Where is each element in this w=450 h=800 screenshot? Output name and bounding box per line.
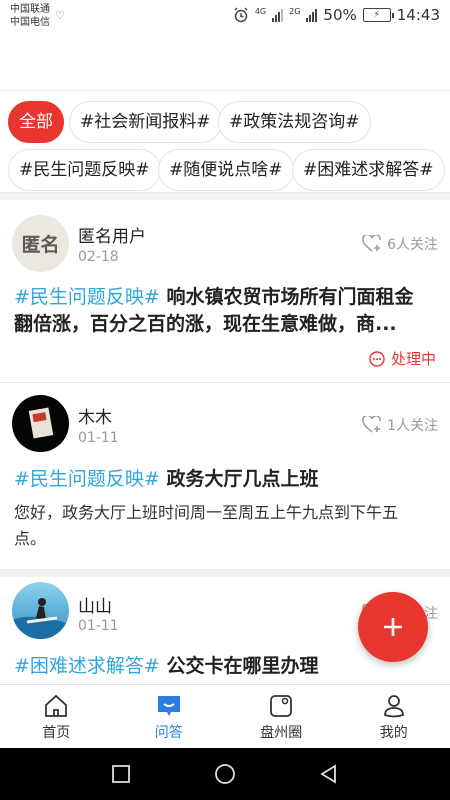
- carrier-1: 中国联通: [10, 4, 50, 15]
- home-nav-icon[interactable]: [213, 762, 237, 786]
- system-nav-bar: [0, 748, 450, 800]
- tag-difficulty[interactable]: #困难述求解答#: [292, 149, 445, 191]
- heart-plus-icon: [362, 235, 381, 252]
- post-body-line: 点。: [14, 529, 47, 548]
- post-body-line: 您好，政务大厅上班时间周一至周五上午九点到下午五: [14, 503, 399, 522]
- home-icon: [45, 694, 68, 717]
- anonymous-avatar-text: 匿名: [21, 234, 60, 256]
- follow-button[interactable]: 6人关注: [362, 234, 438, 254]
- post-date: 02-18: [78, 249, 119, 265]
- post-title-text-2: 翻倍涨，百分之百的涨，现在生意难做，商...: [14, 313, 397, 335]
- bottom-tab-bar: 首页 问答 盘州圈 我的: [0, 684, 450, 748]
- battery-icon: ⚡: [362, 8, 394, 22]
- tab-qa[interactable]: 问答: [113, 685, 226, 748]
- username: 匿名用户: [78, 227, 146, 247]
- battery-percent: 50%: [323, 6, 357, 24]
- user-icon: [383, 695, 404, 718]
- post-hashtag[interactable]: #民生问题反映#: [14, 468, 160, 490]
- tab-home[interactable]: 首页: [0, 685, 113, 748]
- post-title[interactable]: #民生问题反映# 响水镇农贸市场所有门面租金 翻倍涨，百分之百的涨，现在生意难做…: [14, 284, 436, 338]
- tab-mine[interactable]: 我的: [338, 685, 450, 748]
- follow-button[interactable]: 1人关注: [362, 415, 438, 435]
- status-text: 处理中: [390, 350, 436, 368]
- heart-plus-icon: [362, 416, 381, 433]
- post-title[interactable]: #困难述求解答# 公交卡在哪里办理: [14, 653, 436, 680]
- status-badge: 处理中: [369, 348, 436, 369]
- signal-icon: [272, 8, 284, 22]
- avatar: [12, 395, 69, 452]
- tag-livelihood[interactable]: #民生问题反映#: [8, 149, 161, 191]
- tab-label: 首页: [42, 725, 71, 741]
- circle-square-icon: [270, 695, 293, 717]
- carrier-2: 中国电信: [10, 17, 50, 28]
- alarm-icon: [234, 7, 248, 23]
- back-icon[interactable]: [318, 763, 340, 785]
- post-hashtag[interactable]: #民生问题反映#: [14, 286, 160, 308]
- post-hashtag[interactable]: #困难述求解答#: [14, 655, 160, 677]
- more-circle-icon: [369, 350, 385, 367]
- plus-icon: [384, 618, 402, 636]
- post-body: 您好，政务大厅上班时间周一至周五上午九点到下午五 点。: [14, 500, 436, 552]
- tag-policy[interactable]: #政策法规咨询#: [218, 101, 371, 143]
- avatar: 匿名: [12, 215, 69, 272]
- post-title-text: 响水镇农贸市场所有门面租金: [159, 286, 414, 308]
- username: 木木: [78, 408, 112, 428]
- post-item[interactable]: 匿名 匿名用户 02-18 6人关注 #民生问题反映# 响水镇农贸市场所有门面租…: [0, 200, 450, 382]
- tab-label: 问答: [154, 725, 183, 741]
- recent-apps-icon[interactable]: [110, 763, 132, 785]
- carrier-info: 中国联通 中国电信: [10, 3, 50, 29]
- tag-social-news[interactable]: #社会新闻报料#: [69, 101, 222, 143]
- post-date: 01-11: [78, 430, 119, 446]
- divider: [0, 192, 450, 200]
- tag-casual[interactable]: #随便说点啥#: [158, 149, 294, 191]
- clock: 14:43: [396, 6, 440, 24]
- tab-label: 盘州圈: [260, 725, 303, 741]
- avatar: [12, 582, 69, 639]
- add-question-button[interactable]: [358, 592, 428, 662]
- network-type-2: 2G: [289, 6, 301, 16]
- post-title-text: 公交卡在哪里办理: [159, 655, 319, 677]
- post-title-text: 政务大厅几点上班: [159, 468, 319, 490]
- post-title[interactable]: #民生问题反映# 政务大厅几点上班: [14, 466, 436, 493]
- signal-icon: [306, 8, 318, 22]
- health-icon: ♡: [55, 9, 65, 22]
- network-type-1: 4G: [254, 6, 267, 16]
- post-date: 01-11: [78, 618, 119, 634]
- post-item[interactable]: 木木 01-11 1人关注 #民生问题反映# 政务大厅几点上班 您好，政务大厅上…: [0, 383, 450, 569]
- tab-circle[interactable]: 盘州圈: [225, 685, 338, 748]
- tag-all[interactable]: 全部: [8, 101, 64, 143]
- username: 山山: [78, 597, 112, 617]
- topic-tags: 全部 #社会新闻报料# #政策法规咨询# #民生问题反映# #随便说点啥# #困…: [0, 90, 450, 202]
- chat-icon: [157, 696, 180, 716]
- tab-label: 我的: [379, 725, 408, 741]
- status-icons: 4G 2G 50% ⚡ 14:43: [233, 6, 440, 24]
- divider: [0, 569, 450, 577]
- status-bar: 中国联通 中国电信 ♡ 4G 2G 50% ⚡ 14:43: [0, 0, 450, 34]
- follow-count: 1人关注: [387, 418, 438, 434]
- follow-count: 6人关注: [387, 237, 438, 253]
